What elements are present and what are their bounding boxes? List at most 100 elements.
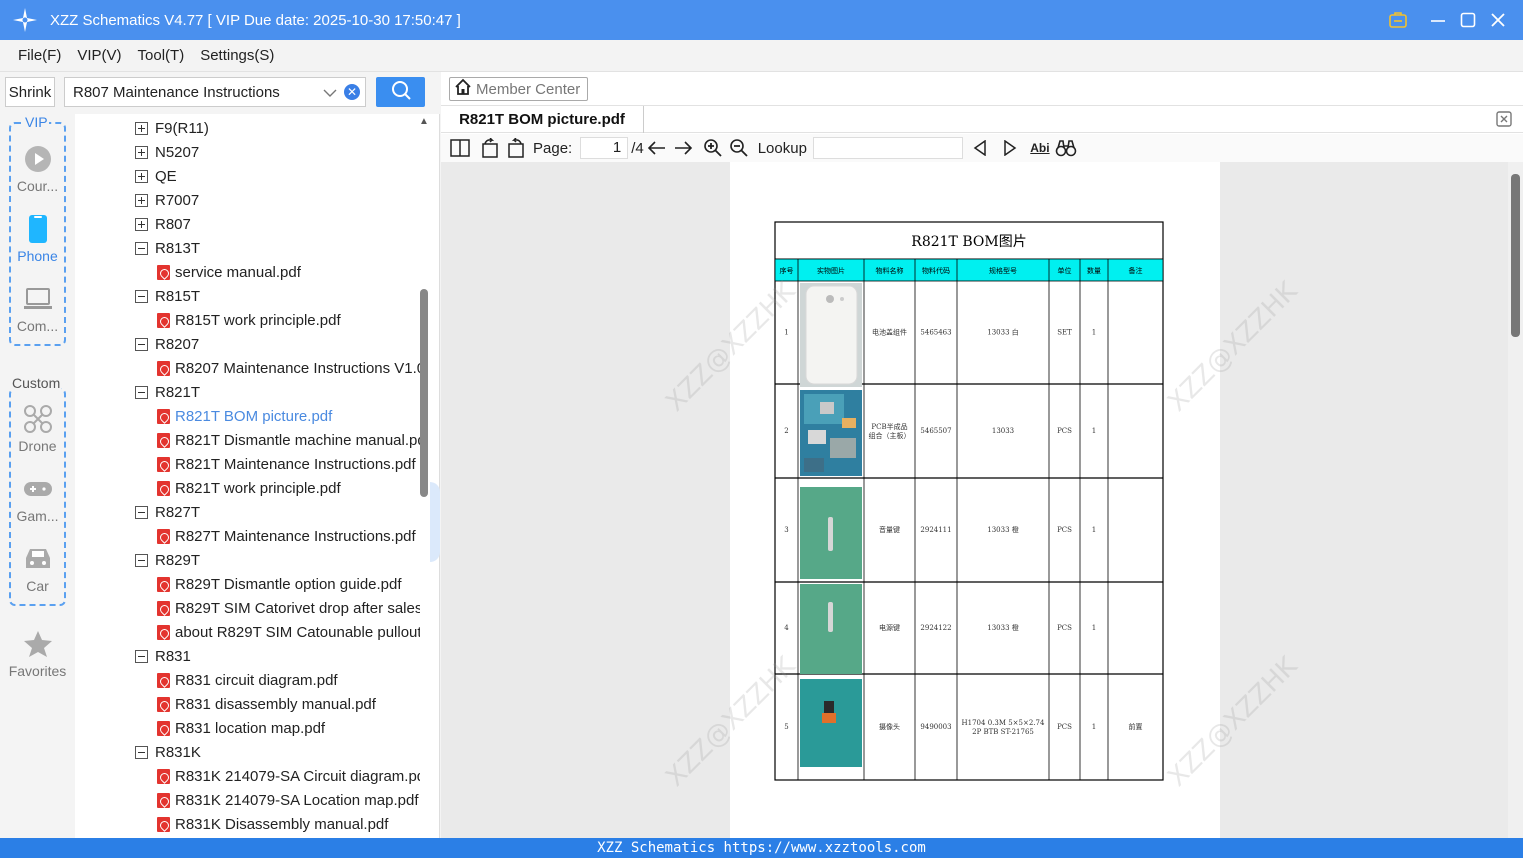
category-drone[interactable]: Drone <box>0 404 75 454</box>
rotate-left-icon[interactable] <box>479 137 501 159</box>
collapse-icon[interactable] <box>135 337 148 351</box>
tree-file[interactable]: R829T SIM Catorivet drop after sales <box>157 596 420 620</box>
tree-scroll-thumb[interactable] <box>420 289 428 497</box>
tree-file[interactable]: R831K 214079-SA Location map.pdf <box>157 788 419 812</box>
category-favorites[interactable]: Favorites <box>0 629 75 679</box>
find-previous-icon[interactable] <box>969 137 991 159</box>
pdf-file-icon <box>157 480 170 496</box>
page-label: Page: <box>533 139 573 157</box>
panel-collapse-handle[interactable] <box>430 482 440 562</box>
minimize-icon[interactable] <box>1423 5 1453 35</box>
expand-icon[interactable] <box>135 121 148 135</box>
two-page-view-icon[interactable] <box>449 137 471 159</box>
expand-icon[interactable] <box>135 145 148 159</box>
tree-file[interactable]: service manual.pdf <box>157 260 301 284</box>
pdf-file-icon <box>157 264 170 280</box>
clear-search-icon[interactable]: ✕ <box>344 84 360 100</box>
tree-folder[interactable]: R815T <box>135 284 200 308</box>
find-next-icon[interactable] <box>999 137 1021 159</box>
tree-item-label: R821T <box>155 383 201 401</box>
tree-file[interactable]: R831 location map.pdf <box>157 716 325 740</box>
category-phone[interactable]: Phone <box>0 214 75 264</box>
search-button[interactable] <box>376 77 425 107</box>
tree-folder[interactable]: R831 <box>135 644 191 668</box>
tree-folder[interactable]: R831K <box>135 740 201 764</box>
expand-icon[interactable] <box>135 169 148 183</box>
tree-folder[interactable]: R8207 <box>135 332 199 356</box>
collapse-icon[interactable] <box>135 745 148 759</box>
zoom-in-icon[interactable] <box>702 137 724 159</box>
viewer-scroll-thumb[interactable] <box>1511 174 1520 337</box>
tree-file[interactable]: R831K 214079-SA Circuit diagram.pdf <box>157 764 420 788</box>
lookup-input[interactable] <box>812 137 963 159</box>
menu-file[interactable]: File(F) <box>18 47 61 64</box>
binoculars-icon[interactable] <box>1055 137 1077 159</box>
tree-file[interactable]: R827T Maintenance Instructions.pdf <box>157 524 416 548</box>
menu-tool[interactable]: Tool(T) <box>138 47 185 64</box>
category-games[interactable]: Gam... <box>0 474 75 524</box>
tree-folder[interactable]: R821T <box>135 380 200 404</box>
table-cell: H1704 0.3M 5×5×2.74 2P BTB ST-21765 <box>962 719 1045 736</box>
vip-badge-icon[interactable] <box>1383 5 1413 35</box>
collapse-icon[interactable] <box>135 241 148 255</box>
tree-file[interactable]: R815T work principle.pdf <box>157 308 341 332</box>
viewer-scrollbar[interactable] <box>1508 162 1523 838</box>
category-courses[interactable]: Cour... <box>0 144 75 194</box>
shrink-button[interactable]: Shrink <box>5 77 55 107</box>
tree-file[interactable]: R829T Dismantle option guide.pdf <box>157 572 402 596</box>
menu-settings[interactable]: Settings(S) <box>200 47 274 64</box>
tree-folder[interactable]: R807 <box>135 212 191 236</box>
table-header-cell: 备注 <box>1129 266 1143 275</box>
chevron-down-icon[interactable] <box>323 85 337 102</box>
tree-file[interactable]: R831 circuit diagram.pdf <box>157 668 338 692</box>
tree-folder[interactable]: R813T <box>135 236 200 260</box>
document-viewer[interactable]: R821T BOM图片 序号 实物图片 物料名称 物料代码 规格型号 单位 数量 备注 1 电池… <box>441 162 1523 838</box>
match-case-icon[interactable]: Abi <box>1029 137 1051 159</box>
tree-folder[interactable]: R829T <box>135 548 200 572</box>
tree-folder[interactable]: QE <box>135 164 177 188</box>
category-car[interactable]: Car <box>0 544 75 594</box>
tree-item-label: R831K 214079-SA Location map.pdf <box>175 791 419 809</box>
category-computer[interactable]: Com... <box>0 284 75 334</box>
collapse-icon[interactable] <box>135 289 148 303</box>
tree-file[interactable]: R821T Dismantle machine manual.pdf <box>157 428 420 452</box>
maximize-icon[interactable] <box>1453 5 1483 35</box>
menu-vip[interactable]: VIP(V) <box>77 47 121 64</box>
tree-file[interactable]: about R829T SIM Catounable pullout <box>157 620 420 644</box>
close-tab-icon[interactable] <box>1495 110 1513 128</box>
collapse-icon[interactable] <box>135 385 148 399</box>
scroll-up-icon[interactable]: ▲ <box>419 116 429 127</box>
previous-page-icon[interactable] <box>646 137 668 159</box>
expand-icon[interactable] <box>135 193 148 207</box>
tree-folder[interactable]: F9(R11) <box>135 116 209 140</box>
tree-item-label: QE <box>155 167 177 185</box>
page-number-input[interactable]: 1 <box>580 137 629 159</box>
window-title: XZZ Schematics V4.77 [ VIP Due date: 202… <box>50 11 461 29</box>
close-icon[interactable] <box>1483 5 1513 35</box>
rotate-right-icon[interactable] <box>505 137 527 159</box>
document-tab[interactable]: R821T BOM picture.pdf <box>441 106 644 133</box>
table-header-cell: 序号 <box>780 266 794 275</box>
tree-file[interactable]: R821T Maintenance Instructions.pdf <box>157 452 416 476</box>
collapse-icon[interactable] <box>135 553 148 567</box>
home-icon <box>454 78 472 100</box>
tree-scrollbar[interactable]: ▲ <box>418 114 430 838</box>
tree-file[interactable]: R831K Disassembly manual.pdf <box>157 812 388 836</box>
zoom-out-icon[interactable] <box>728 137 750 159</box>
tree-file[interactable]: R8207 Maintenance Instructions V1.0 <box>157 356 420 380</box>
tree-folder[interactable]: R827T <box>135 500 200 524</box>
tree-file[interactable]: R831 disassembly manual.pdf <box>157 692 376 716</box>
member-center-button[interactable]: Member Center <box>449 77 588 101</box>
camera-photo <box>800 679 862 767</box>
tree-folder[interactable]: R7007 <box>135 188 199 212</box>
tree-folder[interactable]: N5207 <box>135 140 199 164</box>
tree-file[interactable]: R821T work principle.pdf <box>157 476 341 500</box>
collapse-icon[interactable] <box>135 505 148 519</box>
next-page-icon[interactable] <box>672 137 694 159</box>
expand-icon[interactable] <box>135 217 148 231</box>
tree-file[interactable]: R821T BOM picture.pdf <box>157 404 332 428</box>
tree-item-label: R821T Dismantle machine manual.pdf <box>175 431 420 449</box>
tree-item-label: R7007 <box>155 191 200 209</box>
collapse-icon[interactable] <box>135 649 148 663</box>
search-input[interactable]: R807 Maintenance Instructions ✕ <box>64 77 366 107</box>
